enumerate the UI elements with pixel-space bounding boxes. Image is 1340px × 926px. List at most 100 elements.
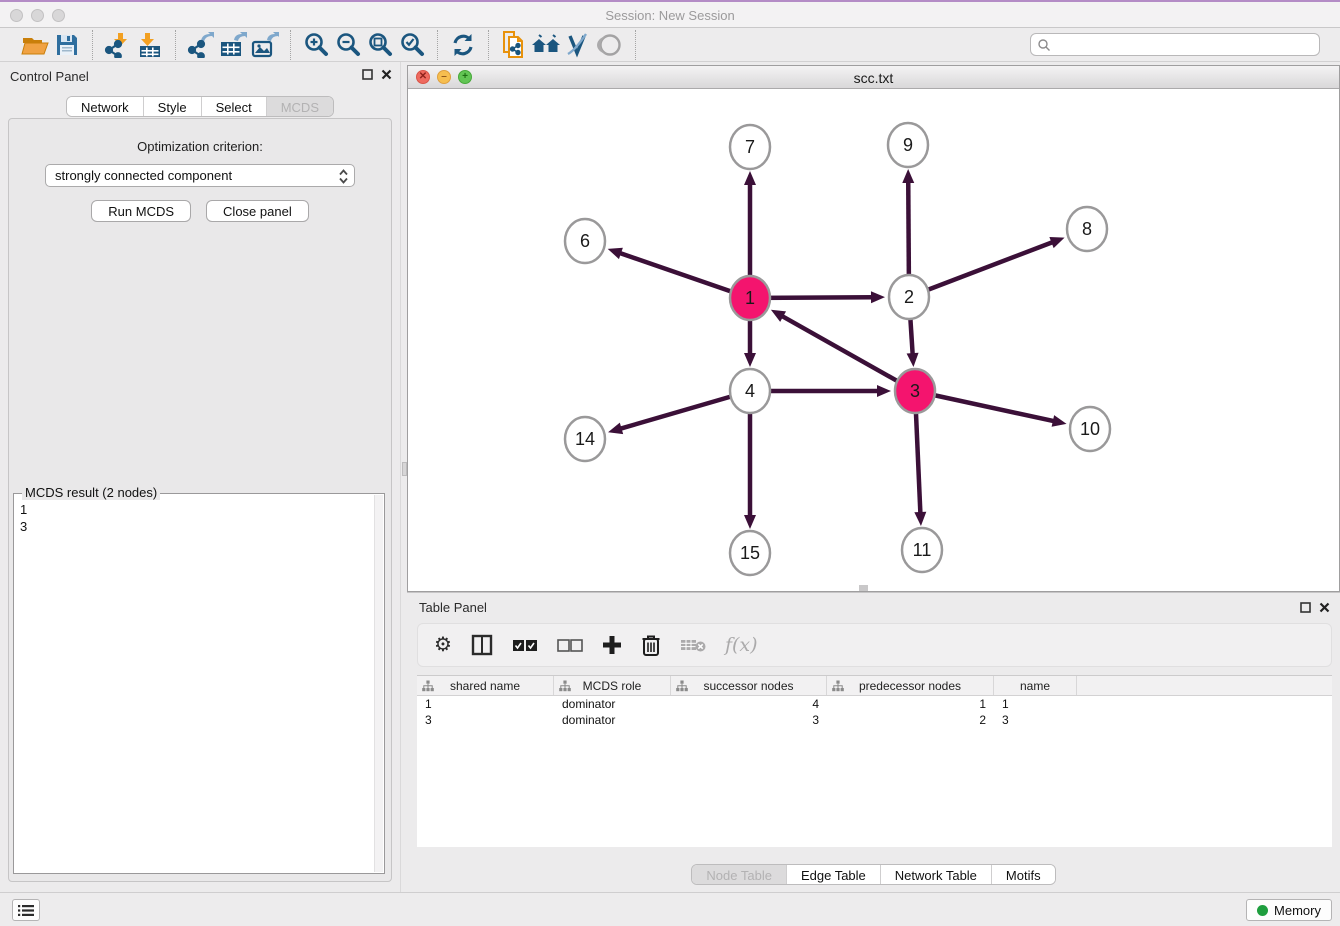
status-bar: Memory (0, 892, 1340, 926)
network-canvas[interactable]: 7968124314101511 (408, 89, 1339, 591)
gear-icon: ⚙ (434, 635, 452, 655)
tab-style[interactable]: Style (144, 97, 202, 116)
table-body: 1dominator4113dominator323 (417, 696, 1332, 728)
canvas-hscroll-knob[interactable] (859, 585, 868, 591)
column-layout-button[interactable] (471, 631, 493, 659)
criterion-dropdown[interactable]: strongly connected component (45, 164, 355, 187)
table-row[interactable]: 3dominator323 (417, 712, 1332, 728)
graph-node-label: 15 (740, 543, 760, 563)
graph-edge-2-8[interactable] (909, 242, 1053, 297)
search-field[interactable] (1030, 33, 1320, 56)
tab-node-table[interactable]: Node Table (692, 865, 787, 884)
import-table-button[interactable] (134, 31, 166, 59)
table-cell[interactable]: 3 (417, 712, 554, 728)
export-table-button[interactable] (217, 31, 249, 59)
zoom-fit-button[interactable] (364, 31, 396, 59)
edge-arrowhead (608, 423, 623, 435)
mcds-result-text[interactable]: 1 3 (14, 496, 373, 873)
column-header[interactable]: shared name (417, 676, 554, 695)
first-neighbors-button[interactable] (530, 31, 562, 59)
close-table-panel-icon[interactable] (1319, 602, 1330, 613)
network-graph[interactable]: 7968124314101511 (408, 89, 1339, 591)
zoom-out-button[interactable] (332, 31, 364, 59)
homes-icon (531, 33, 561, 57)
attribute-tree-icon (422, 680, 434, 692)
close-panel-button[interactable]: Close panel (206, 200, 309, 222)
export-table-icon (219, 32, 247, 58)
float-table-panel-icon[interactable] (1300, 602, 1311, 613)
close-panel-icon[interactable] (381, 69, 392, 80)
select-all-icon (512, 639, 538, 652)
apply-layout-button[interactable] (447, 31, 479, 59)
deselect-all-button[interactable] (557, 631, 583, 659)
export-network-button[interactable] (185, 31, 217, 59)
network-view-window: ✕ – + scc.txt 7968124314101511 (407, 65, 1340, 592)
table-row[interactable]: 1dominator411 (417, 696, 1332, 712)
delete-table-icon (680, 637, 706, 653)
table-settings-button[interactable]: ⚙ (434, 631, 452, 659)
table-cell[interactable]: 2 (827, 712, 994, 728)
tab-edge-table[interactable]: Edge Table (787, 865, 881, 884)
vizmapper-icon (565, 32, 591, 58)
save-session-button[interactable] (51, 31, 83, 59)
table-cell[interactable]: 3 (994, 712, 1077, 728)
criterion-value: strongly connected component (55, 168, 232, 183)
table-cell[interactable]: 4 (671, 696, 827, 712)
panel-splitter[interactable] (400, 62, 407, 892)
float-panel-icon[interactable] (362, 69, 373, 80)
attribute-tree-icon (676, 680, 688, 692)
column-header[interactable]: successor nodes (671, 676, 827, 695)
column-header[interactable]: name (994, 676, 1077, 695)
edge-arrowhead (744, 353, 756, 367)
vizmapper-button[interactable] (562, 31, 594, 59)
export-image-button[interactable] (249, 31, 281, 59)
table-cell[interactable]: dominator (554, 712, 671, 728)
network-window-titlebar[interactable]: ✕ – + scc.txt (408, 66, 1339, 89)
select-all-button[interactable] (512, 631, 538, 659)
tab-network[interactable]: Network (67, 97, 144, 116)
column-header[interactable]: predecessor nodes (827, 676, 994, 695)
tab-network-table[interactable]: Network Table (881, 865, 992, 884)
search-input[interactable] (1051, 38, 1313, 52)
table-cell[interactable]: dominator (554, 696, 671, 712)
edge-arrowhead (907, 353, 919, 367)
search-icon (1037, 38, 1051, 52)
main-toolbar (0, 28, 1340, 62)
graph-node-label: 10 (1080, 419, 1100, 439)
tab-motifs[interactable]: Motifs (992, 865, 1055, 884)
duplicate-network-icon (501, 31, 527, 59)
memory-label: Memory (1274, 903, 1321, 918)
column-header[interactable]: MCDS role (554, 676, 671, 695)
mcds-result-scrollbar[interactable] (374, 495, 383, 872)
table-cell[interactable]: 1 (994, 696, 1077, 712)
edge-arrowhead (902, 169, 914, 183)
run-mcds-button[interactable]: Run MCDS (91, 200, 191, 222)
duplicate-network-button[interactable] (498, 31, 530, 59)
save-icon (55, 33, 79, 57)
mcds-result-box: MCDS result (2 nodes) 1 3 (13, 493, 385, 874)
table-cell[interactable]: 3 (671, 712, 827, 728)
task-history-button[interactable] (12, 899, 40, 921)
tab-mcds[interactable]: MCDS (267, 97, 333, 116)
import-network-button[interactable] (102, 31, 134, 59)
graph-edge-3-10[interactable] (915, 391, 1055, 421)
delete-table-button[interactable] (680, 631, 706, 659)
function-builder-button[interactable]: f(x) (725, 631, 758, 659)
edge-arrowhead (877, 385, 891, 397)
attribute-tree-icon (832, 680, 844, 692)
zoom-in-button[interactable] (300, 31, 332, 59)
graph-node-label: 9 (903, 135, 913, 155)
add-column-button[interactable] (602, 631, 622, 659)
table-cell[interactable]: 1 (417, 696, 554, 712)
memory-button[interactable]: Memory (1246, 899, 1332, 921)
open-session-button[interactable] (19, 31, 51, 59)
delete-column-button[interactable] (641, 631, 661, 659)
graph-node-label: 14 (575, 429, 595, 449)
table-cell[interactable]: 1 (827, 696, 994, 712)
hide-selected-button[interactable] (594, 31, 626, 59)
plus-icon (602, 635, 622, 655)
edge-arrowhead (1049, 237, 1064, 248)
graph-edge-3-1[interactable] (781, 316, 915, 391)
tab-select[interactable]: Select (202, 97, 267, 116)
zoom-selected-button[interactable] (396, 31, 428, 59)
